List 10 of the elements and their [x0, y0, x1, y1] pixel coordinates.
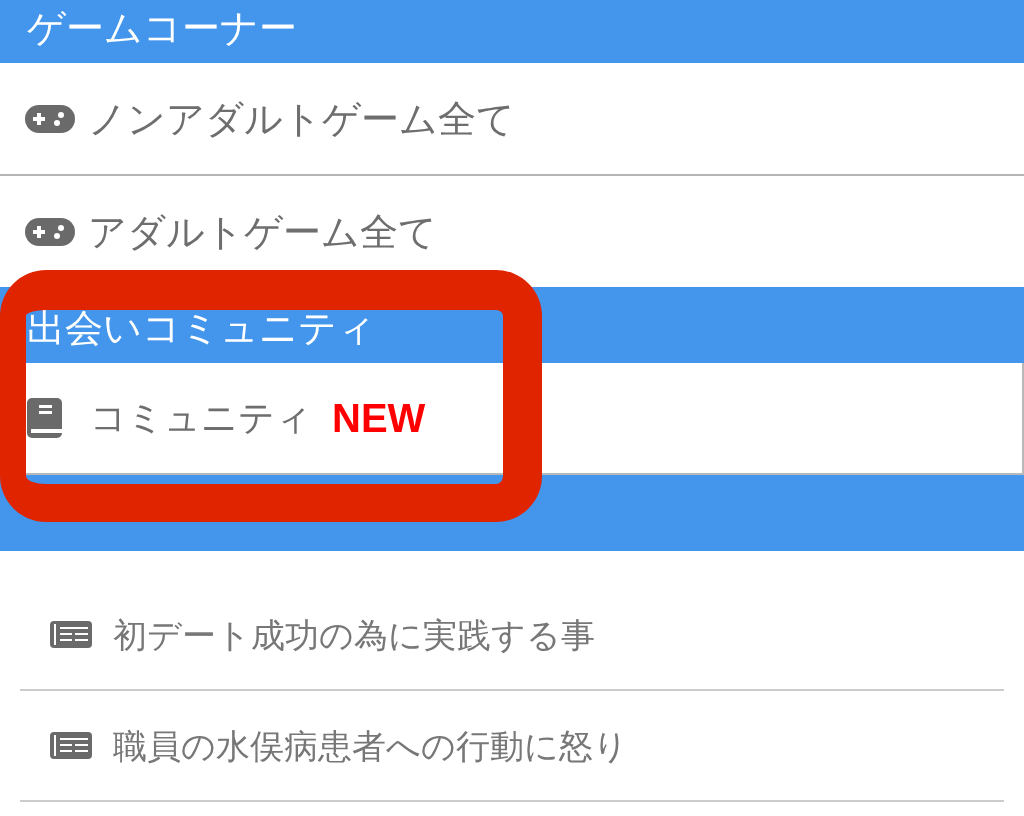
book-icon: [27, 398, 62, 438]
gamepad-icon: [25, 104, 75, 133]
news-link[interactable]: 職員の水俣病患者への行動に怒り: [20, 691, 1004, 802]
news-link[interactable]: 初デート成功の為に実践する事: [20, 580, 1004, 691]
section-title: 出会いコミュニティ: [27, 309, 376, 347]
newspaper-icon: [50, 621, 92, 648]
newspaper-icon: [50, 732, 92, 759]
new-tag: NEW: [332, 398, 426, 438]
section-title: ゲームコーナー: [27, 9, 297, 47]
gamepad-icon: [25, 217, 75, 246]
